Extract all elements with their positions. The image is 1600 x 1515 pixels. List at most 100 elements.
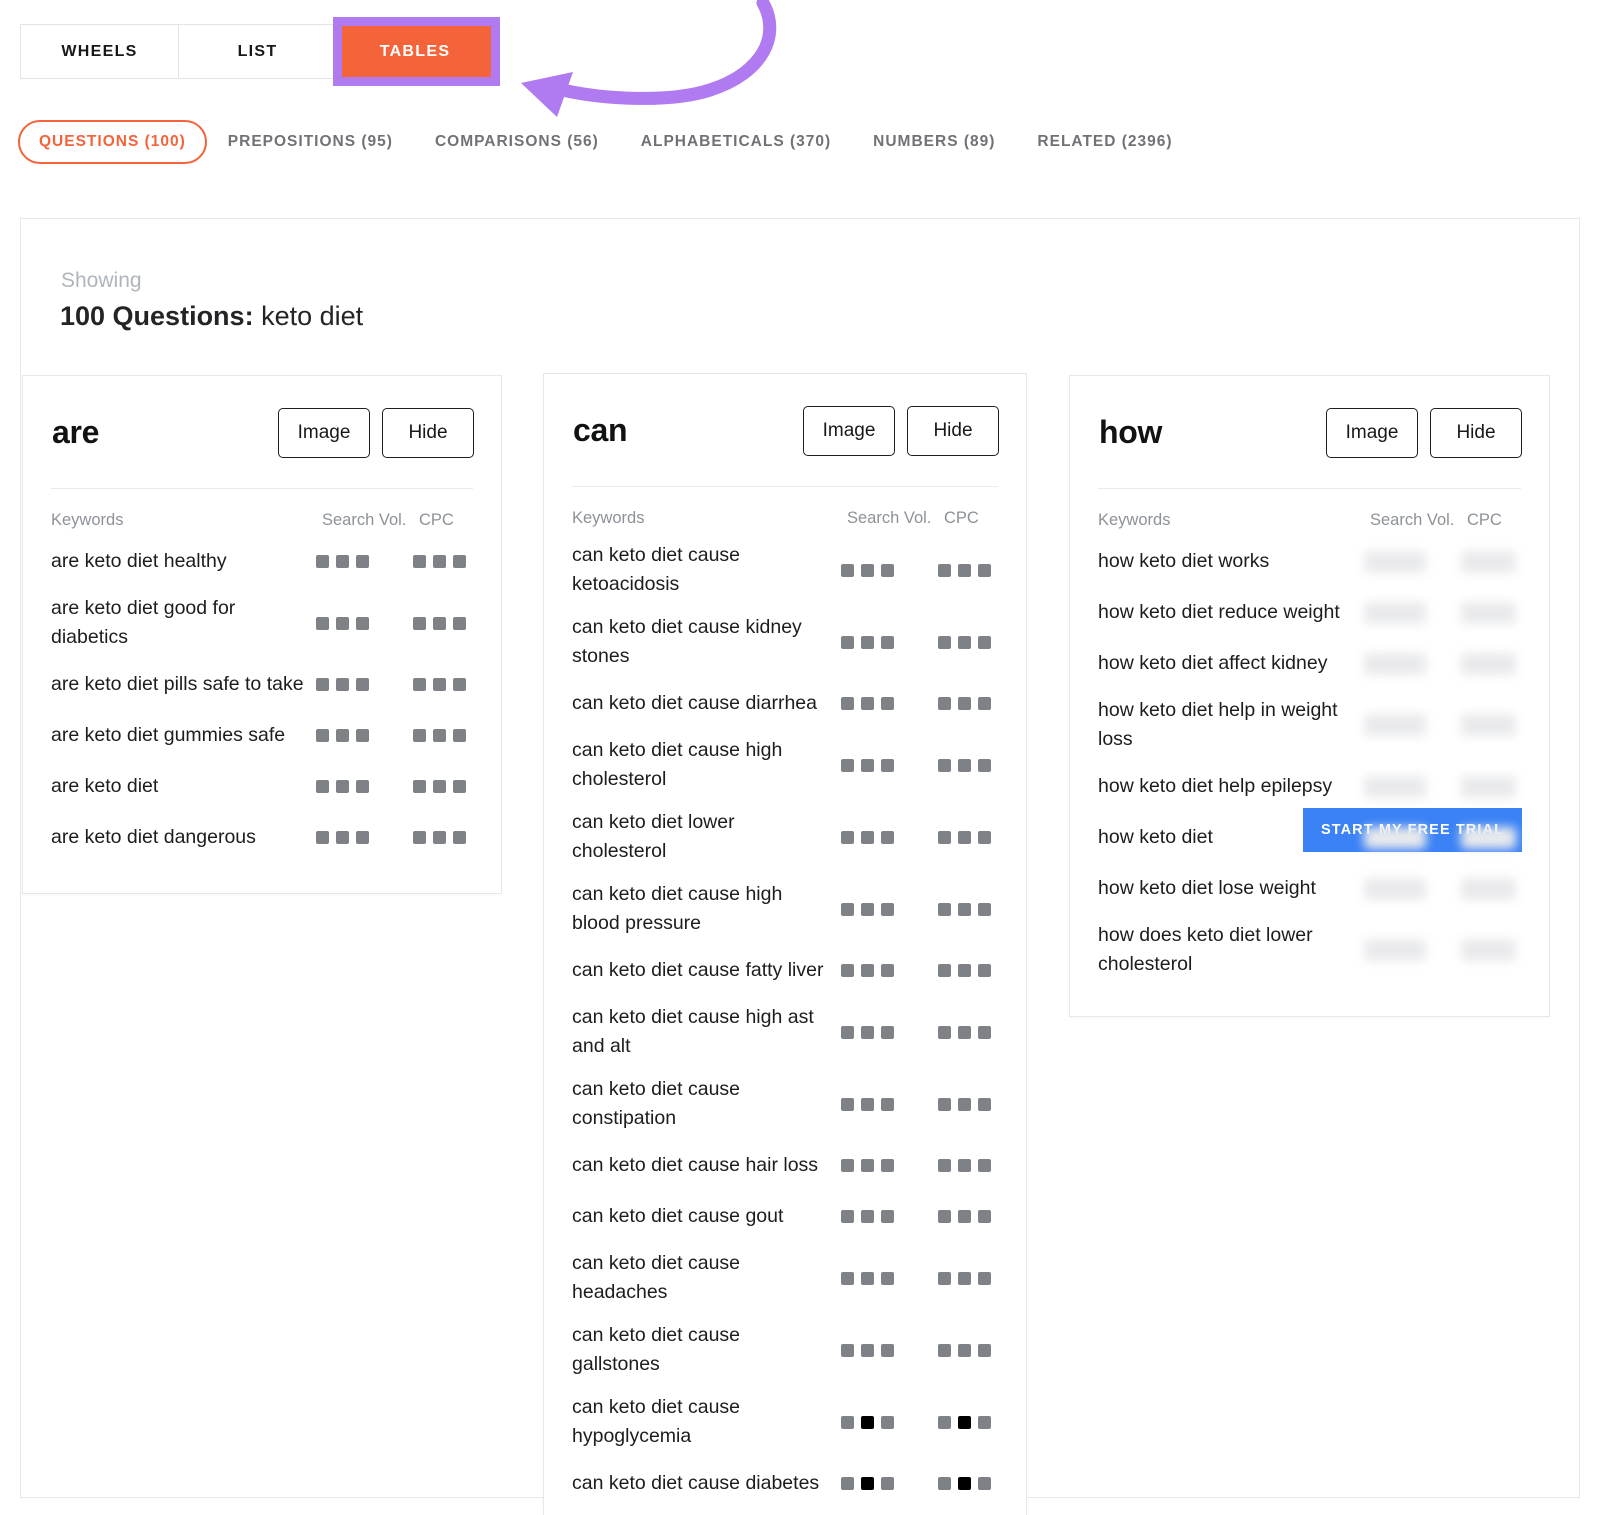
metric-square <box>938 1415 951 1429</box>
table-column-headers: Keywords Search Vol. CPC <box>51 488 473 536</box>
keyword-text: how keto diet help in weight loss <box>1098 699 1338 750</box>
table-row[interactable]: can keto diet cause high cholesterol <box>572 729 998 801</box>
hide-button[interactable]: Hide <box>382 408 474 458</box>
hide-button[interactable]: Hide <box>907 406 999 456</box>
results-keyword: keto diet <box>253 301 364 331</box>
keyword-text: how keto diet reduce weight <box>1098 601 1340 623</box>
search-volume-value <box>316 780 413 793</box>
image-button[interactable]: Image <box>1326 408 1418 458</box>
category-tab-numbers[interactable]: NUMBERS (89) <box>852 120 1016 164</box>
results-title: 100 Questions: keto diet <box>60 301 363 332</box>
cpc-value <box>413 780 473 793</box>
category-tab-alphabeticals[interactable]: ALPHABETICALS (370) <box>620 120 852 164</box>
metric-square <box>453 616 466 630</box>
metric-square <box>316 780 329 793</box>
table-row[interactable]: how does keto diet lower cholesterol <box>1098 914 1521 986</box>
image-button[interactable]: Image <box>278 408 370 458</box>
table-row[interactable]: can keto diet cause ketoacidosis <box>572 534 998 606</box>
table-row[interactable]: how keto diet lose weight <box>1098 863 1521 914</box>
keyword-text: how keto diet help epilepsy <box>1098 775 1333 797</box>
table-row[interactable]: are keto diet gummies safe <box>51 710 473 761</box>
card-header: how Image Hide <box>1070 376 1549 488</box>
card-action-buttons: Image Hide <box>278 408 474 458</box>
locked-value-placeholder <box>1461 939 1516 961</box>
keyword-text: can keto diet cause diabetes <box>572 1472 820 1494</box>
metric-square <box>978 1477 991 1490</box>
keyword-text: are keto diet dangerous <box>51 826 256 848</box>
metric-square <box>861 1343 874 1357</box>
metric-square <box>958 1415 971 1429</box>
view-tab-wheels[interactable]: WHEELS <box>20 24 178 79</box>
table-row[interactable]: can keto diet cause hair loss <box>572 1140 998 1191</box>
cpc-value <box>938 635 998 649</box>
keyword-text: can keto diet cause gout <box>572 1205 784 1227</box>
search-volume-value <box>1364 601 1461 624</box>
image-button[interactable]: Image <box>803 406 895 456</box>
category-tab-prepositions[interactable]: PREPOSITIONS (95) <box>207 120 414 164</box>
table-row[interactable]: are keto diet <box>51 761 473 812</box>
table-column-headers: Keywords Search Vol. CPC <box>572 486 998 534</box>
table-row[interactable]: can keto diet cause gallstones <box>572 1314 998 1386</box>
column-header-cpc: CPC <box>1467 511 1502 529</box>
view-tab-tables[interactable]: TABLES <box>336 24 494 79</box>
table-row[interactable]: can keto diet cause diarrhea <box>572 678 998 729</box>
table-row[interactable]: can keto diet cause constipation <box>572 1068 998 1140</box>
table-row[interactable]: can keto diet cause fatty liver <box>572 945 998 996</box>
table-row[interactable]: how keto diet help epilepsy <box>1098 761 1521 812</box>
search-volume-value <box>1364 775 1461 798</box>
metric-square <box>356 678 369 691</box>
table-row[interactable]: can keto diet cause gout <box>572 1191 998 1242</box>
table-row[interactable]: can keto diet cause headaches <box>572 1242 998 1314</box>
category-tab-questions[interactable]: QUESTIONS (100) <box>18 120 207 164</box>
metric-square <box>938 1025 951 1039</box>
table-row[interactable]: are keto diet dangerous <box>51 812 473 863</box>
metric-square <box>356 555 369 568</box>
table-row[interactable]: can keto diet cause kidney stones <box>572 606 998 678</box>
metric-square <box>433 729 446 742</box>
table-row[interactable]: how keto diet works <box>1098 536 1521 587</box>
metric-square <box>881 697 894 710</box>
table-row[interactable]: are keto diet good for diabetics <box>51 587 473 659</box>
table-row[interactable]: can keto diet cause high ast and alt <box>572 996 998 1068</box>
metric-square <box>978 1415 991 1429</box>
table-row[interactable]: how keto diet affect kidney <box>1098 638 1521 689</box>
table-row[interactable]: how keto diet help in weight loss <box>1098 689 1521 761</box>
table-row[interactable]: are keto diet pills safe to take <box>51 659 473 710</box>
table-row[interactable]: can keto diet cause diabetes <box>572 1458 998 1509</box>
cpc-value <box>413 616 473 630</box>
metric-square <box>881 1477 894 1490</box>
locked-value-placeholder <box>1461 877 1516 900</box>
view-tab-list[interactable]: LIST <box>178 24 336 79</box>
metric-square <box>336 780 349 793</box>
card-title: can <box>573 412 628 448</box>
keyword-text: can keto diet cause high cholesterol <box>572 739 783 790</box>
search-volume-value <box>1364 652 1461 675</box>
table-row[interactable]: can keto diet cause high blood pressure <box>572 873 998 945</box>
table-row[interactable]: how keto diet reduce weight <box>1098 587 1521 638</box>
metric-square <box>978 1097 991 1111</box>
table-row[interactable]: can keto diet cause hypoglycemia <box>572 1386 998 1458</box>
cpc-value <box>938 1415 998 1429</box>
metric-square <box>336 555 349 568</box>
metric-square <box>938 758 951 772</box>
search-volume-value <box>841 1343 938 1357</box>
metric-square <box>453 831 466 844</box>
table-row[interactable]: are keto diet healthy <box>51 536 473 587</box>
keyword-text: can keto diet cause ketoacidosis <box>572 544 741 595</box>
search-volume-value <box>841 902 938 916</box>
table-row[interactable]: can keto diet lower cholesterol <box>572 801 998 873</box>
keyword-text: can keto diet cause hair loss <box>572 1154 819 1176</box>
metric-square <box>938 563 951 577</box>
metric-square <box>841 635 854 649</box>
search-volume-value <box>316 831 413 844</box>
metric-square <box>356 616 369 630</box>
locked-value-placeholder <box>1364 714 1426 736</box>
hide-button[interactable]: Hide <box>1430 408 1522 458</box>
category-tab-comparisons[interactable]: COMPARISONS (56) <box>414 120 620 164</box>
metric-square <box>958 697 971 710</box>
category-tab-related[interactable]: RELATED (2396) <box>1016 120 1193 164</box>
metric-square <box>958 1097 971 1111</box>
cpc-value <box>413 729 473 742</box>
metric-square <box>413 780 426 793</box>
locked-value-placeholder <box>1461 652 1516 675</box>
